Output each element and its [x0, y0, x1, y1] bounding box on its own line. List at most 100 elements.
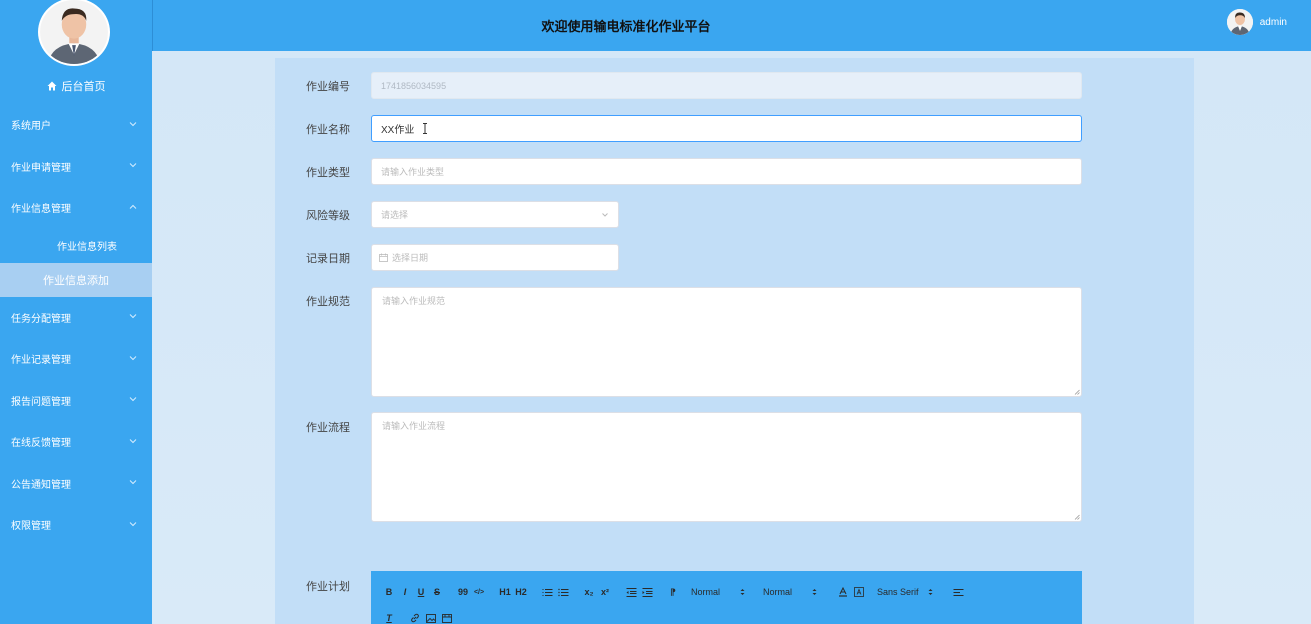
job-type-input[interactable]: 请输入作业类型 [371, 158, 1082, 185]
outdent-icon[interactable] [623, 585, 639, 599]
bold-button[interactable]: B [381, 585, 397, 599]
record-date-picker[interactable]: 选择日期 [371, 244, 619, 271]
video-icon[interactable] [439, 611, 455, 624]
ordered-list-icon[interactable] [539, 585, 555, 599]
form-row-job-type: 作业类型 请输入作业类型 [275, 158, 1082, 185]
job-plan-label: 作业计划 [306, 581, 350, 593]
text-direction-button[interactable]: ⁋ [665, 585, 681, 599]
link-icon[interactable] [407, 611, 423, 624]
job-process-label: 作业流程 [306, 422, 350, 434]
risk-level-label: 风险等级 [306, 209, 350, 222]
form-row-job-name: 作业名称 XX作业 [275, 115, 1082, 142]
form-row-record-date: 记录日期 选择日期 [275, 244, 619, 271]
chevron-down-icon [129, 520, 139, 530]
sidebar-item-task-assignment[interactable]: 任务分配管理 [0, 297, 152, 339]
font-select-value: Sans Serif [877, 587, 919, 597]
menu-label: 作业信息管理 [11, 204, 71, 216]
job-no-label: 作业编号 [306, 80, 350, 93]
job-process-textarea[interactable]: 请输入作业流程 [371, 412, 1082, 522]
job-spec-textarea[interactable]: 请输入作业规范 [371, 287, 1082, 397]
subscript-button[interactable]: x₂ [581, 585, 597, 599]
user-avatar[interactable] [1226, 9, 1253, 35]
sidebar-item-announcements[interactable]: 公告通知管理 [0, 463, 152, 505]
chevron-down-icon [129, 437, 139, 447]
sidebar-item-system-users[interactable]: 系统用户 [0, 104, 152, 146]
select-arrows-icon [740, 588, 745, 596]
form-row-job-spec: 作业规范 请输入作业规范 [275, 287, 1082, 397]
strike-button[interactable]: S [429, 585, 445, 599]
text-color-icon[interactable] [835, 585, 851, 599]
sidebar-item-job-info[interactable]: 作业信息管理 [0, 187, 152, 229]
record-date-placeholder: 选择日期 [392, 253, 429, 263]
italic-button[interactable]: I [397, 585, 413, 599]
chevron-down-icon [129, 120, 139, 130]
text-cursor-icon [422, 123, 428, 134]
chevron-up-icon [129, 203, 139, 213]
menu-label: 在线反馈管理 [11, 438, 71, 450]
clean-format-button[interactable]: T [381, 611, 397, 624]
job-name-input[interactable]: XX作业 [371, 115, 1082, 142]
job-type-label: 作业类型 [306, 166, 350, 179]
background-color-icon[interactable] [851, 585, 867, 599]
size-select[interactable]: Normal [763, 585, 817, 599]
avatar-image [40, 0, 108, 64]
sidebar-menu: 系统用户 作业申请管理 作业信息管理 作业信息列表 作业信息添加 任务分配管理 … [0, 104, 152, 546]
user-menu[interactable]: admin [1226, 9, 1287, 35]
job-type-placeholder: 请输入作业类型 [381, 167, 445, 177]
select-arrows-icon [928, 588, 933, 596]
top-header: 欢迎使用输电标准化作业平台 admin [152, 0, 1311, 51]
menu-label: 报告问题管理 [11, 396, 71, 408]
job-info-form: 作业编号 1741856034595 作业名称 XX作业 作业类型 请输入作业类… [275, 58, 1194, 624]
align-icon[interactable] [951, 585, 967, 599]
sidebar-item-online-feedback[interactable]: 在线反馈管理 [0, 421, 152, 463]
sidebar-home-link[interactable]: 后台首页 [0, 77, 152, 95]
chevron-down-icon [601, 211, 609, 219]
home-icon [47, 81, 57, 91]
submenu-label: 作业信息添加 [43, 274, 109, 287]
job-name-label: 作业名称 [306, 123, 350, 136]
font-select[interactable]: Sans Serif [877, 585, 933, 599]
underline-button[interactable]: U [413, 585, 429, 599]
select-arrows-icon [812, 588, 817, 596]
chevron-down-icon [129, 395, 139, 405]
menu-label: 公告通知管理 [11, 479, 71, 491]
form-row-job-process: 作业流程 请输入作业流程 [275, 412, 1082, 522]
menu-label: 作业申请管理 [11, 162, 71, 174]
job-spec-label: 作业规范 [306, 296, 350, 308]
superscript-button[interactable]: x² [597, 585, 613, 599]
sidebar-subitem-job-info-list[interactable]: 作业信息列表 [0, 229, 152, 263]
form-row-job-no: 作业编号 1741856034595 [275, 72, 1082, 99]
job-no-value: 1741856034595 [381, 80, 447, 91]
menu-label: 作业记录管理 [11, 355, 71, 367]
sidebar-item-job-records[interactable]: 作业记录管理 [0, 338, 152, 380]
size-select-value: Normal [763, 587, 793, 597]
form-row-job-plan: 作业计划 [275, 578, 371, 594]
resize-handle-icon[interactable] [1074, 389, 1080, 395]
menu-label: 系统用户 [11, 121, 51, 133]
resize-handle-icon[interactable] [1074, 514, 1080, 520]
indent-icon[interactable] [639, 585, 655, 599]
job-spec-placeholder: 请输入作业规范 [382, 296, 446, 306]
submenu-label: 作业信息列表 [57, 242, 117, 253]
form-row-risk-level: 风险等级 请选择 [275, 201, 619, 228]
menu-label: 权限管理 [11, 521, 51, 533]
risk-level-select[interactable]: 请选择 [371, 201, 619, 228]
job-name-value: XX作业 [381, 125, 415, 136]
sidebar-subitem-job-info-add[interactable]: 作业信息添加 [0, 262, 152, 297]
sidebar-item-permissions[interactable]: 权限管理 [0, 504, 152, 546]
h2-button[interactable]: H2 [513, 585, 529, 599]
menu-label: 任务分配管理 [11, 313, 71, 325]
sidebar-item-report-issues[interactable]: 报告问题管理 [0, 380, 152, 422]
chevron-down-icon [129, 354, 139, 364]
chevron-down-icon [129, 312, 139, 322]
job-no-input: 1741856034595 [371, 72, 1082, 99]
bullet-list-icon[interactable] [555, 585, 571, 599]
header-select[interactable]: Normal [691, 585, 745, 599]
blockquote-button[interactable]: 99 [455, 585, 471, 599]
code-button[interactable]: </> [471, 585, 487, 599]
h1-button[interactable]: H1 [497, 585, 513, 599]
image-icon[interactable] [423, 611, 439, 624]
user-avatar-image [1226, 9, 1253, 35]
sidebar-item-job-application[interactable]: 作业申请管理 [0, 146, 152, 188]
calendar-icon [379, 253, 388, 262]
